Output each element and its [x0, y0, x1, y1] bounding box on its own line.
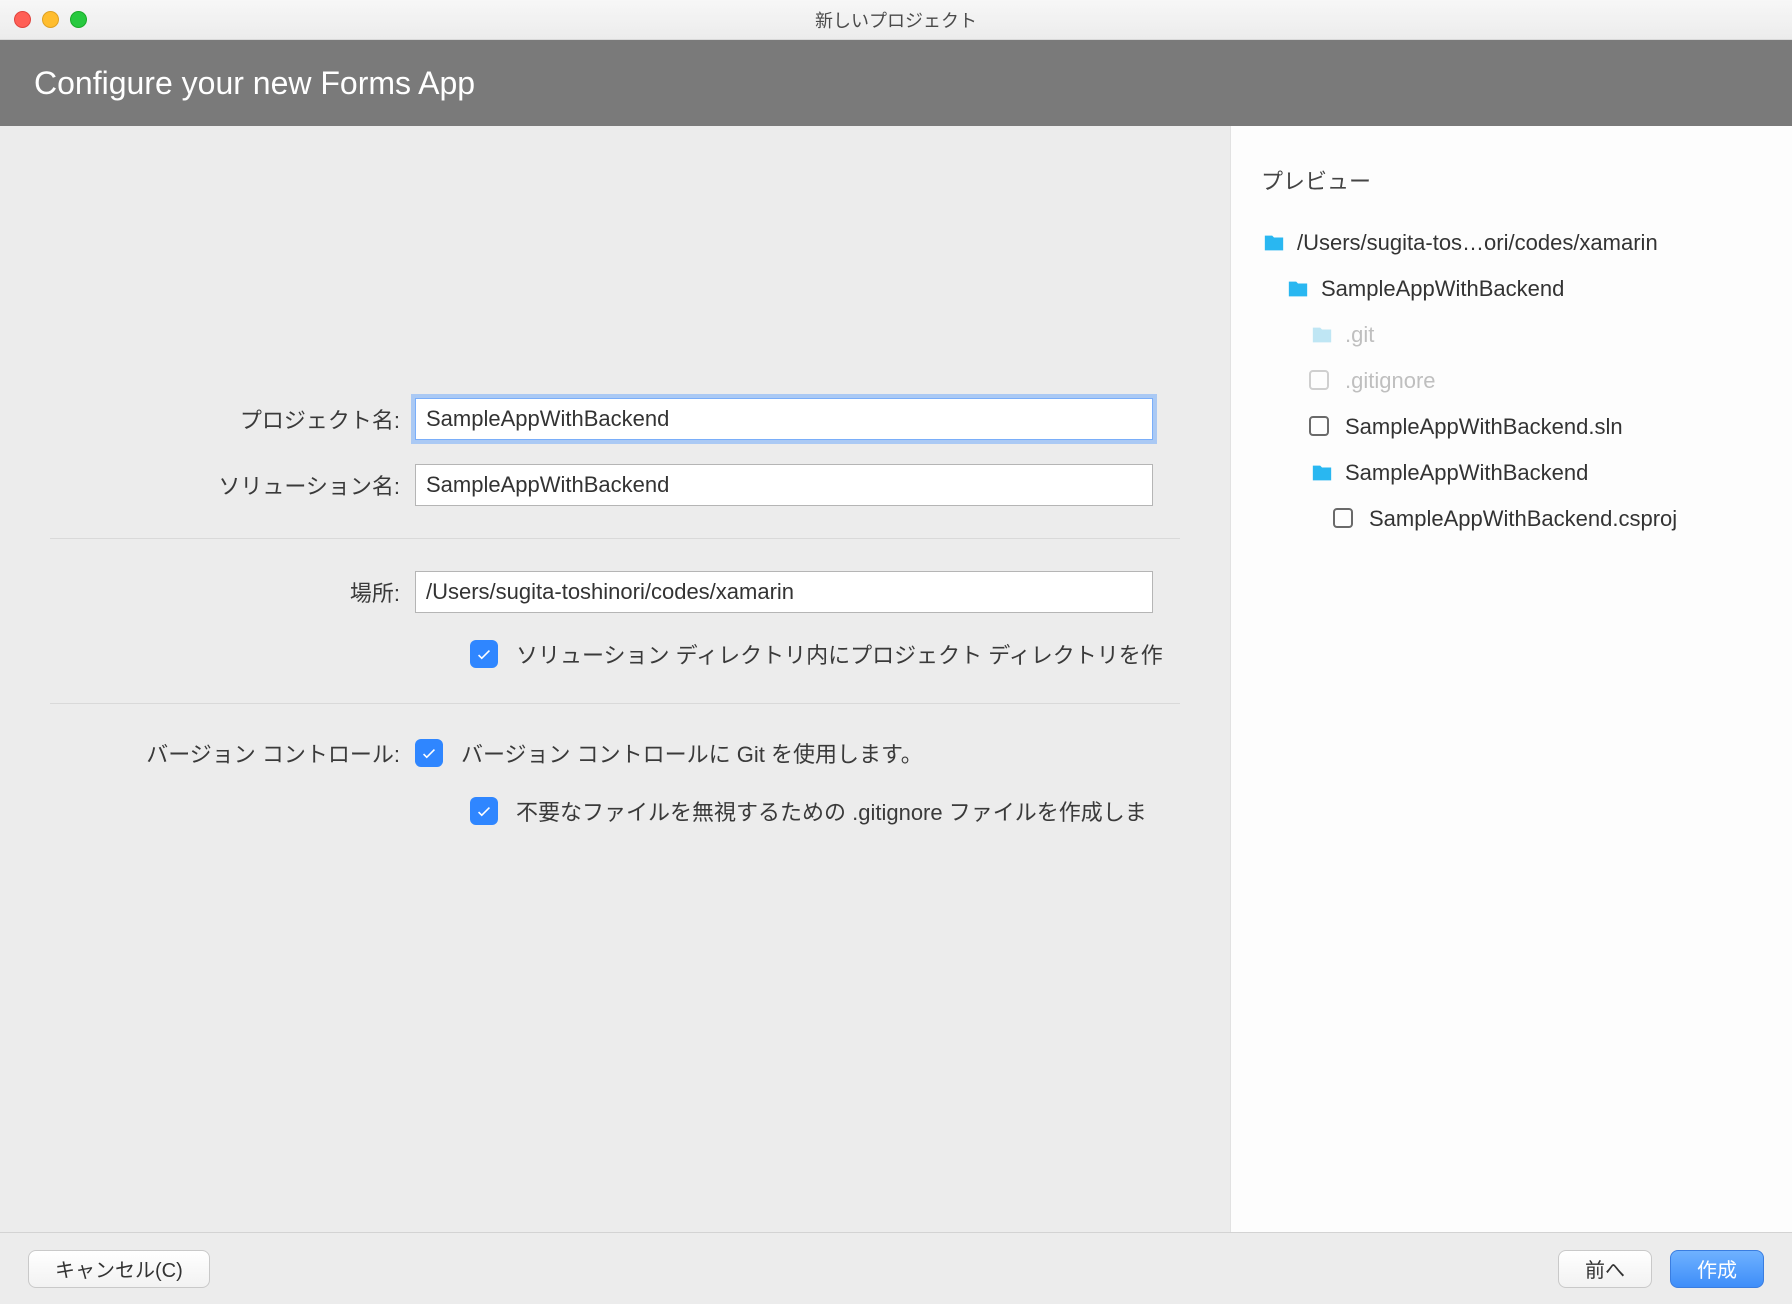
check-icon: [420, 744, 438, 762]
tree-root: /Users/sugita-tos…ori/codes/xamarin: [1261, 220, 1762, 266]
gitignore-checkbox[interactable]: [470, 797, 498, 825]
create-dir-checkbox[interactable]: [470, 640, 498, 668]
tree-label: SampleAppWithBackend.csproj: [1369, 506, 1677, 532]
folder-icon: [1309, 324, 1335, 346]
window-controls: [14, 11, 87, 28]
window-title: 新しいプロジェクト: [0, 7, 1792, 33]
row-solution-name: ソリューション名:: [50, 452, 1220, 518]
tree-label: SampleAppWithBackend: [1321, 276, 1564, 302]
back-button[interactable]: 前へ: [1558, 1250, 1652, 1288]
divider: [50, 538, 1180, 539]
tree-gitignore-file: .gitignore: [1261, 358, 1762, 404]
tree-label: .git: [1345, 322, 1374, 348]
form-pane: プロジェクト名: ソリューション名: 場所: ソリューション ディレクトリ内にプ…: [0, 126, 1230, 1232]
solution-name-input[interactable]: [415, 464, 1153, 506]
check-icon: [475, 802, 493, 820]
folder-icon: [1309, 462, 1335, 484]
gitignore-label: 不要なファイルを無視するための .gitignore ファイルを作成しま: [516, 795, 1147, 827]
preview-title: プレビュー: [1261, 164, 1762, 196]
preview-pane: プレビュー /Users/sugita-tos…ori/codes/xamari…: [1230, 126, 1792, 1232]
file-icon: [1333, 508, 1359, 530]
location-label: 場所:: [50, 576, 415, 608]
zoom-icon[interactable]: [70, 11, 87, 28]
tree-git-folder: .git: [1261, 312, 1762, 358]
folder-icon: [1285, 278, 1311, 300]
version-control-label: バージョン コントロール:: [50, 737, 415, 769]
tree-label: SampleAppWithBackend.sln: [1345, 414, 1623, 440]
tree-sln-file: SampleAppWithBackend.sln: [1261, 404, 1762, 450]
tree-label: /Users/sugita-tos…ori/codes/xamarin: [1297, 230, 1658, 256]
tree-label: SampleAppWithBackend: [1345, 460, 1588, 486]
footer: キャンセル(C) 前へ 作成: [0, 1232, 1792, 1304]
tree-solution-folder: SampleAppWithBackend: [1261, 266, 1762, 312]
tree-csproj-file: SampleAppWithBackend.csproj: [1261, 496, 1762, 542]
titlebar: 新しいプロジェクト: [0, 0, 1792, 40]
file-icon: [1309, 370, 1335, 392]
close-icon[interactable]: [14, 11, 31, 28]
create-button[interactable]: 作成: [1670, 1250, 1764, 1288]
row-location: 場所:: [50, 559, 1220, 625]
divider: [50, 703, 1180, 704]
project-name-input[interactable]: [415, 398, 1153, 440]
minimize-icon[interactable]: [42, 11, 59, 28]
content: プロジェクト名: ソリューション名: 場所: ソリューション ディレクトリ内にプ…: [0, 126, 1792, 1232]
folder-icon: [1261, 232, 1287, 254]
location-input[interactable]: [415, 571, 1153, 613]
project-name-label: プロジェクト名:: [50, 403, 415, 435]
banner-title: Configure your new Forms App: [34, 65, 475, 102]
preview-tree: /Users/sugita-tos…ori/codes/xamarin Samp…: [1261, 220, 1762, 542]
file-icon: [1309, 416, 1335, 438]
row-version-control: バージョン コントロール: バージョン コントロールに Git を使用します。: [50, 724, 1220, 782]
tree-project-folder: SampleAppWithBackend: [1261, 450, 1762, 496]
create-dir-label: ソリューション ディレクトリ内にプロジェクト ディレクトリを作: [516, 638, 1163, 670]
row-create-dir: ソリューション ディレクトリ内にプロジェクト ディレクトリを作: [50, 625, 1220, 683]
cancel-button[interactable]: キャンセル(C): [28, 1250, 210, 1288]
use-git-checkbox[interactable]: [415, 739, 443, 767]
banner: Configure your new Forms App: [0, 40, 1792, 126]
row-gitignore: 不要なファイルを無視するための .gitignore ファイルを作成しま: [50, 782, 1220, 840]
solution-name-label: ソリューション名:: [50, 469, 415, 501]
check-icon: [475, 645, 493, 663]
row-project-name: プロジェクト名:: [50, 386, 1220, 452]
use-git-label: バージョン コントロールに Git を使用します。: [461, 737, 923, 769]
tree-label: .gitignore: [1345, 368, 1436, 394]
